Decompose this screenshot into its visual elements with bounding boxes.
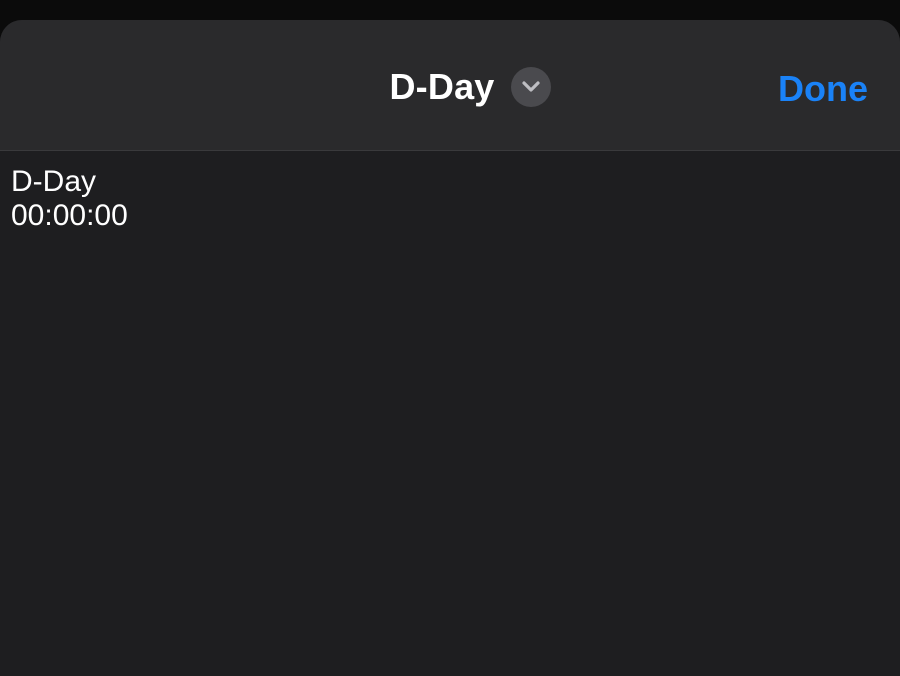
- done-button[interactable]: Done: [778, 68, 868, 110]
- content-line: 00:00:00: [11, 199, 128, 232]
- title-dropdown-button[interactable]: [510, 67, 551, 107]
- text-editor-area[interactable]: D-Day 00:00:00: [0, 151, 900, 247]
- modal-sheet: D-Day Done D-Day 00:00:00: [0, 20, 900, 676]
- chevron-down-icon: [521, 81, 540, 92]
- page-title: D-Day: [389, 66, 495, 107]
- sheet-header: D-Day Done: [0, 20, 900, 151]
- title-group[interactable]: D-Day: [0, 66, 900, 108]
- content-line: D-Day: [11, 165, 97, 198]
